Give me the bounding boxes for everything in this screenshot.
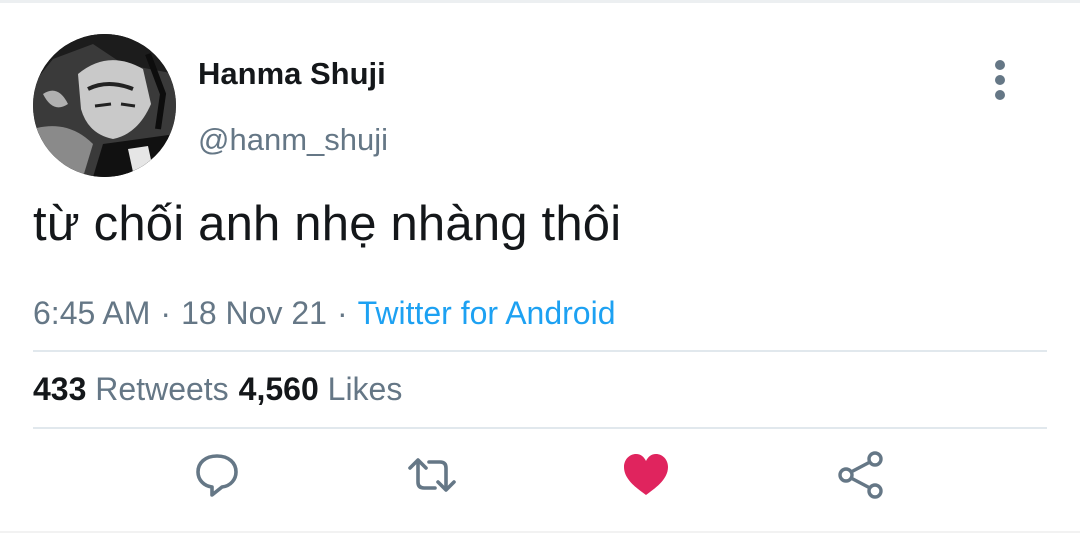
- display-name[interactable]: Hanma Shuji: [198, 56, 386, 92]
- divider: [33, 350, 1047, 352]
- more-options-icon[interactable]: [984, 58, 1016, 102]
- retweets-stat[interactable]: 433 Retweets: [33, 371, 229, 407]
- retweet-button[interactable]: [405, 448, 459, 502]
- share-button[interactable]: [833, 448, 887, 502]
- top-border: [0, 0, 1080, 3]
- share-icon: [838, 451, 883, 499]
- divider: [33, 427, 1047, 429]
- avatar-image: [33, 34, 176, 177]
- tweet-stats: 433 Retweets 4,560 Likes: [33, 371, 402, 408]
- heart-icon: [624, 454, 668, 495]
- tweet-time: 6:45 AM: [33, 295, 151, 331]
- like-button[interactable]: [619, 448, 673, 502]
- tweet-date[interactable]: 18 Nov 21: [181, 295, 327, 331]
- likes-stat[interactable]: 4,560 Likes: [239, 371, 403, 407]
- meta-separator: ·: [160, 295, 172, 331]
- retweets-label: Retweets: [95, 371, 229, 407]
- user-handle[interactable]: @hanm_shuji: [198, 122, 388, 158]
- reply-icon: [196, 454, 238, 497]
- tweet-source-link[interactable]: Twitter for Android: [358, 295, 616, 331]
- retweets-count: 433: [33, 371, 87, 407]
- retweet-icon: [408, 458, 456, 492]
- tweet-meta: 6:45 AM · 18 Nov 21 · Twitter for Android: [33, 295, 615, 332]
- meta-separator: ·: [336, 295, 348, 331]
- likes-label: Likes: [327, 371, 403, 407]
- tweet-text: từ chối anh nhẹ nhàng thôi: [33, 197, 622, 251]
- avatar[interactable]: [33, 34, 176, 177]
- reply-button[interactable]: [190, 448, 244, 502]
- likes-count: 4,560: [238, 371, 319, 407]
